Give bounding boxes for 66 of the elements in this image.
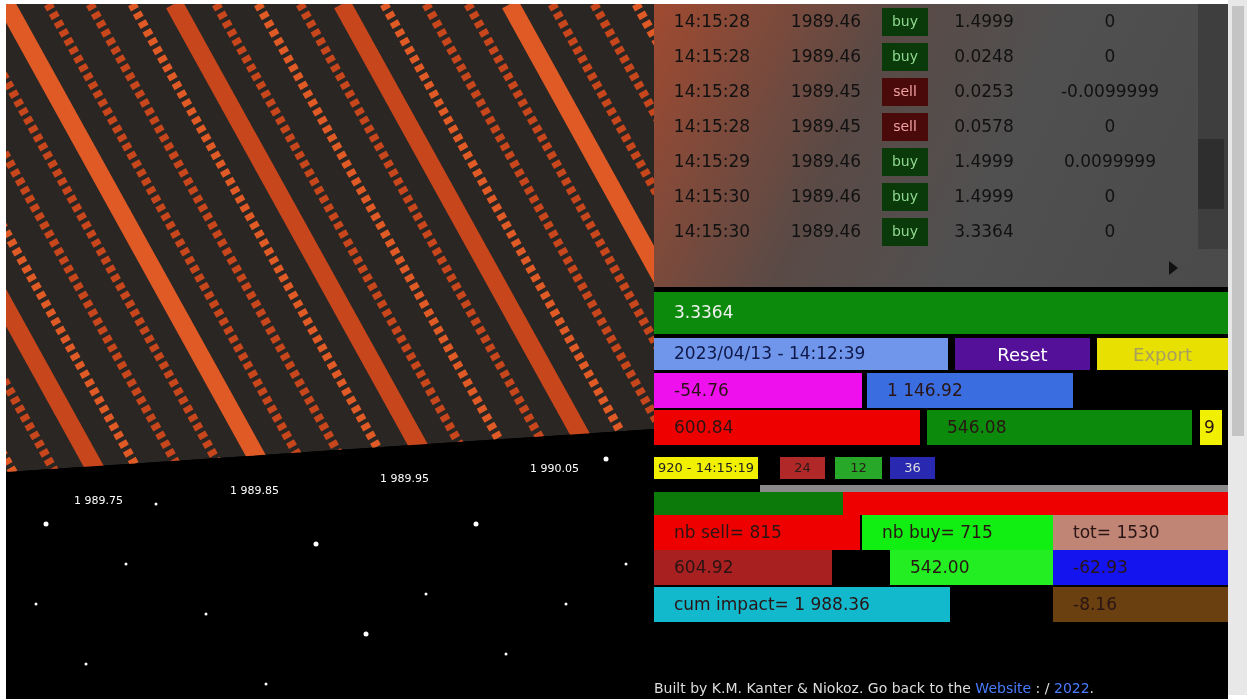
value-tile: -54.76 <box>654 373 862 408</box>
impact-cell-text: 0.0099999 <box>1063 149 1157 173</box>
side-tag: sell <box>882 77 928 106</box>
impact-cell-text: -0.0099999 <box>1059 79 1161 103</box>
page-scrollbar[interactable] <box>1228 0 1247 695</box>
current-amount-bar: 3.3364 <box>654 292 1228 334</box>
value-tile: 546.08 <box>927 410 1192 445</box>
impact-cell-text: 0 <box>1103 114 1117 138</box>
side-tag: buy <box>882 182 928 211</box>
counter-tag: 24 <box>780 457 825 479</box>
value-tile: cum impact= 1 988.36 <box>654 587 950 622</box>
price-cell-text: 1989.46 <box>789 219 863 243</box>
side-tag: buy <box>882 147 928 176</box>
time-cell-text: 14:15:29 <box>672 149 752 173</box>
axis-label: 1 989.75 <box>74 494 123 507</box>
impact-cell-text: 0 <box>1103 184 1117 208</box>
counter-tag: 12 <box>835 457 882 479</box>
side-tag: buy <box>882 7 928 36</box>
side-tag: buy <box>882 217 928 246</box>
impact-cell-text: 0 <box>1103 9 1117 33</box>
time-cell-text: 14:15:28 <box>672 9 752 33</box>
price-cell-text: 1989.46 <box>789 44 863 68</box>
website-link[interactable]: Website <box>975 680 1032 696</box>
amount-cell-text: 1.4999 <box>953 149 1015 173</box>
value-tile: -8.16 <box>1053 587 1228 622</box>
time-cell-text: 14:15:30 <box>672 184 752 208</box>
price-cell-text: 1989.45 <box>789 79 863 103</box>
axis-label: 1 989.95 <box>380 472 429 485</box>
value-tile: 1 146.92 <box>867 373 1073 408</box>
value-tile: nb buy= 715 <box>862 515 1053 550</box>
time-cell-text: 14:15:28 <box>672 114 752 138</box>
value-tile: tot= 1530 <box>1053 515 1228 550</box>
date-field[interactable]: 2023/04/13 - 14:12:39 <box>654 338 948 370</box>
amount-cell-text: 3.3364 <box>953 219 1015 243</box>
value-tile: 542.00 <box>890 550 1053 585</box>
axis-label: 1 989.85 <box>230 484 279 497</box>
value-tile: 604.92 <box>654 550 832 585</box>
value-tile: nb sell= 815 <box>654 515 860 550</box>
side-tag: buy <box>882 42 928 71</box>
amount-cell-text: 0.0578 <box>953 114 1015 138</box>
amount-cell-text: 1.4999 <box>953 184 1015 208</box>
3d-surface-drawing[interactable] <box>6 4 654 472</box>
side-tag: sell <box>882 112 928 141</box>
vertical-scrollbar[interactable] <box>1198 4 1228 249</box>
counter-tag: 36 <box>890 457 935 479</box>
amount-cell-text: 0.0248 <box>953 44 1015 68</box>
scroll-right-icon[interactable] <box>1169 261 1178 275</box>
year-link[interactable]: 2022 <box>1053 680 1090 696</box>
time-cell-text: 14:15:28 <box>672 44 752 68</box>
value-tile: -62.93 <box>1053 550 1228 585</box>
amount-cell-text: 0.0253 <box>953 79 1015 103</box>
impact-cell-text: 0 <box>1103 219 1117 243</box>
price-cell-text: 1989.45 <box>789 114 863 138</box>
time-cell-text: 14:15:28 <box>672 79 752 103</box>
amount-cell-text: 1.4999 <box>953 9 1015 33</box>
value-tile: 9 <box>1200 410 1222 445</box>
impact-cell-text: 0 <box>1103 44 1117 68</box>
axis-label: 1 990.05 <box>530 462 579 475</box>
price-cell-text: 1989.46 <box>789 184 863 208</box>
reset-button[interactable]: Reset <box>955 338 1090 370</box>
counter-tag: 920 - 14:15:19 <box>654 457 758 479</box>
time-cell-text: 14:15:30 <box>672 219 752 243</box>
value-tile: 600.84 <box>654 410 920 445</box>
price-cell-text: 1989.46 <box>789 9 863 33</box>
footer-credits: Built by K.M. Kanter & Niokoz. Go back to the Website : / 2022. <box>654 679 1096 698</box>
price-cell-text: 1989.46 <box>789 149 863 173</box>
